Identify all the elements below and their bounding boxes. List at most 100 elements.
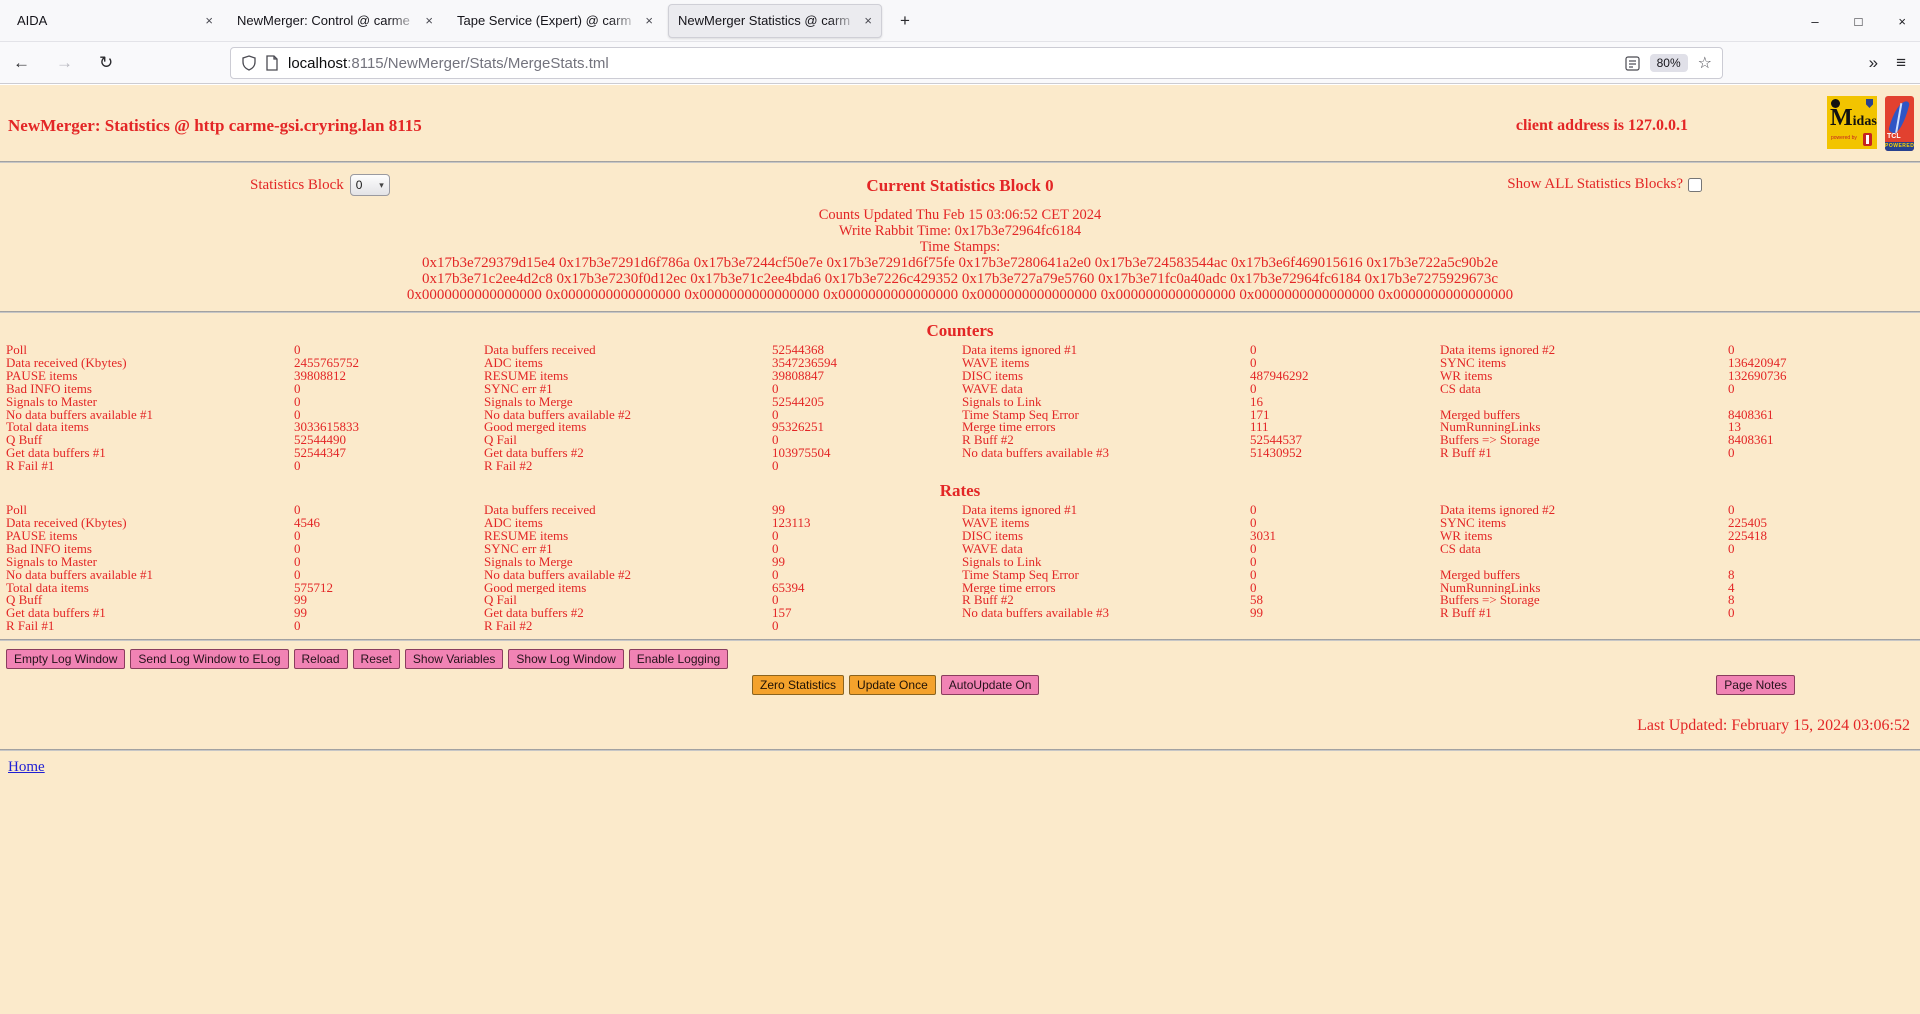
stat-label: NumRunningLinks xyxy=(1440,582,1728,595)
reset-button[interactable]: Reset xyxy=(353,649,400,669)
window-maximize-button[interactable]: □ xyxy=(1855,15,1863,28)
page-notes-button[interactable]: Page Notes xyxy=(1716,675,1795,695)
empty-log-window-button[interactable]: Empty Log Window xyxy=(6,649,125,669)
stat-value: 51430952 xyxy=(1250,447,1440,460)
stat-value: 0 xyxy=(772,434,962,447)
stat-button-row: Zero StatisticsUpdate OnceAutoUpdate On … xyxy=(0,673,1920,701)
stats-row: Q Buff52544490Q Fail0R Buff #252544537Bu… xyxy=(6,434,1918,447)
forward-button[interactable]: → xyxy=(43,53,86,73)
stat-label: Signals to Master xyxy=(6,396,294,409)
stat-value: 0 xyxy=(294,504,484,517)
stat-label: R Fail #2 xyxy=(484,620,772,633)
stat-value: 132690736 xyxy=(1728,370,1918,383)
log-button-row: Empty Log WindowSend Log Window to ELog R… xyxy=(6,649,1920,669)
send-log-window-to-elog-button[interactable]: Send Log Window to ELog xyxy=(130,649,288,669)
tab-newmerger-control[interactable]: NewMerger: Control @ carme × xyxy=(228,4,442,38)
stat-label: RESUME items xyxy=(484,370,772,383)
stat-value: 99 xyxy=(294,594,484,607)
stat-value: 4 xyxy=(1728,582,1918,595)
tab-newmerger-statistics[interactable]: NewMerger Statistics @ carm × xyxy=(668,4,882,38)
stat-label xyxy=(1440,396,1728,409)
stat-label: Q Buff xyxy=(6,434,294,447)
stat-value: 487946292 xyxy=(1250,370,1440,383)
stat-label: Signals to Master xyxy=(6,556,294,569)
show-all-checkbox[interactable] xyxy=(1688,178,1702,192)
page-title: NewMerger: Statistics @ http carme-gsi.c… xyxy=(8,116,422,136)
zoom-level-badge[interactable]: 80% xyxy=(1650,54,1688,72)
tab-tape-service[interactable]: Tape Service (Expert) @ carm × xyxy=(448,4,662,38)
stat-value: 0 xyxy=(1728,543,1918,556)
stat-value: 103975504 xyxy=(772,447,962,460)
app-menu-icon[interactable]: ≡ xyxy=(1896,53,1906,73)
stats-block-selected-value: 0 xyxy=(356,178,363,192)
stat-value: 65394 xyxy=(772,582,962,595)
enable-logging-button[interactable]: Enable Logging xyxy=(629,649,728,669)
counts-updated-line: Counts Updated Thu Feb 15 03:06:52 CET 2… xyxy=(0,207,1920,223)
tcl-feather-icon xyxy=(1888,99,1910,135)
new-tab-button[interactable]: + xyxy=(888,11,922,31)
stat-label: No data buffers available #3 xyxy=(962,607,1250,620)
back-button[interactable]: ← xyxy=(0,53,43,73)
stat-label xyxy=(962,620,1250,633)
tab-close-icon[interactable]: × xyxy=(199,13,213,28)
show-log-window-button[interactable]: Show Log Window xyxy=(508,649,623,669)
divider xyxy=(0,639,1920,641)
reader-view-icon[interactable] xyxy=(1625,56,1640,71)
tab-close-icon[interactable]: × xyxy=(858,13,872,28)
stat-value: 13 xyxy=(1728,421,1918,434)
tab-aida[interactable]: AIDA × xyxy=(8,4,222,38)
bookmark-star-icon[interactable]: ☆ xyxy=(1698,53,1712,73)
url-bar[interactable]: localhost:8115/NewMerger/Stats/MergeStat… xyxy=(230,47,1723,79)
stat-label: Poll xyxy=(6,504,294,517)
stat-value: 3031 xyxy=(1250,530,1440,543)
update-once-button[interactable]: Update Once xyxy=(849,675,936,695)
tab-close-icon[interactable]: × xyxy=(639,13,653,28)
stat-value xyxy=(1728,556,1918,569)
stat-value: 0 xyxy=(1250,383,1440,396)
tab-close-icon[interactable]: × xyxy=(419,13,433,28)
stat-label: WAVE items xyxy=(962,517,1250,530)
reload-button[interactable]: ↻ xyxy=(86,53,126,73)
stat-value: 0 xyxy=(294,530,484,543)
stat-value: 111 xyxy=(1250,421,1440,434)
stat-label: Good merged items xyxy=(484,582,772,595)
window-minimize-button[interactable]: – xyxy=(1811,15,1818,28)
stat-label: Good merged items xyxy=(484,421,772,434)
stat-label: No data buffers available #3 xyxy=(962,447,1250,460)
tcl-powered-logo: TCL POWERED xyxy=(1885,96,1914,151)
stat-value: 0 xyxy=(294,396,484,409)
stats-block-select[interactable]: 0 ▾ xyxy=(350,174,390,196)
window-close-button[interactable]: × xyxy=(1898,15,1906,28)
stat-label: SYNC items xyxy=(1440,517,1728,530)
stat-value: 575712 xyxy=(294,582,484,595)
page-icon xyxy=(265,55,279,71)
show-variables-button[interactable]: Show Variables xyxy=(405,649,504,669)
reload-button[interactable]: Reload xyxy=(294,649,348,669)
stat-label: Get data buffers #1 xyxy=(6,447,294,460)
stat-label: Q Buff xyxy=(6,594,294,607)
stat-value: 0 xyxy=(772,543,962,556)
rates-table: Poll0Data buffers received99Data items i… xyxy=(6,504,1918,633)
stat-value: 0 xyxy=(294,556,484,569)
stat-value: 95326251 xyxy=(772,421,962,434)
divider xyxy=(0,311,1920,313)
stat-value: 39808812 xyxy=(294,370,484,383)
stat-label: SYNC err #1 xyxy=(484,543,772,556)
zero-statistics-button[interactable]: Zero Statistics xyxy=(752,675,844,695)
stats-row: PAUSE items39808812RESUME items39808847D… xyxy=(6,370,1918,383)
stat-label: R Buff #2 xyxy=(962,434,1250,447)
stat-value: 0 xyxy=(1728,383,1918,396)
tcl-powered-label: POWERED xyxy=(1885,142,1914,151)
stat-label: Total data items xyxy=(6,582,294,595)
stat-value: 0 xyxy=(1250,582,1440,595)
midas-logo: Midas powered by xyxy=(1827,96,1877,149)
overflow-menu-icon[interactable]: » xyxy=(1869,53,1878,73)
stat-value: 157 xyxy=(772,607,962,620)
home-link[interactable]: Home xyxy=(8,759,45,776)
stat-value: 0 xyxy=(772,460,962,473)
autoupdate-on-button[interactable]: AutoUpdate On xyxy=(941,675,1040,695)
stat-value: 171 xyxy=(1250,409,1440,422)
stat-label xyxy=(1440,460,1728,473)
stat-value: 0 xyxy=(1250,569,1440,582)
stat-label: Data received (Kbytes) xyxy=(6,517,294,530)
